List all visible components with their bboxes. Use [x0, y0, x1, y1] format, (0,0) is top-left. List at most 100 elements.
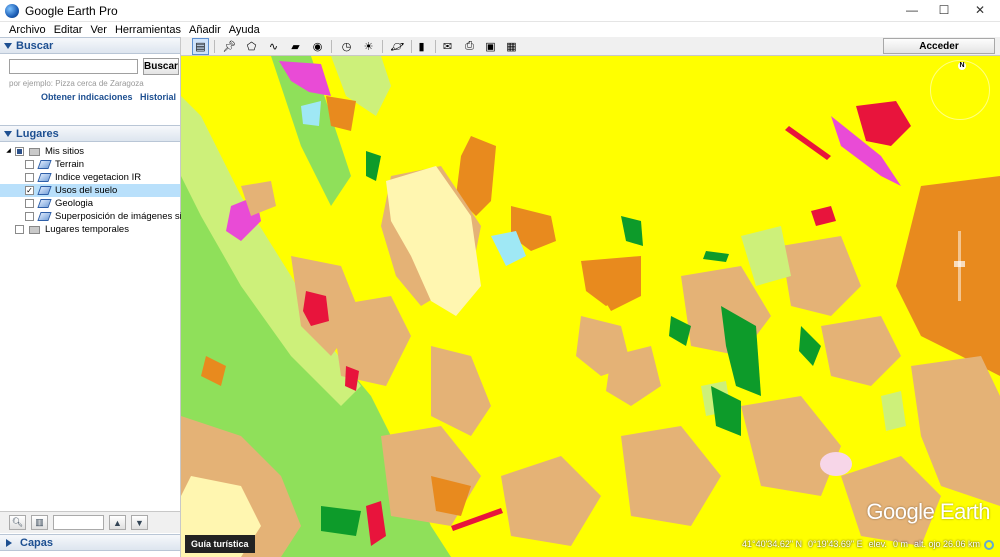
toolbar-separator	[435, 40, 436, 53]
switch-planet-icon[interactable]: 🪐︎	[389, 38, 406, 55]
longitude-readout: 0°19'43.69" E	[808, 539, 863, 549]
title-bar: Google Earth Pro — ☐ ✕	[0, 0, 1000, 22]
window-controls: — ☐ ✕	[896, 0, 1000, 20]
checkbox[interactable]	[25, 199, 34, 208]
layers-panel-header[interactable]: Capas	[0, 534, 180, 551]
zoom-knob[interactable]	[954, 261, 965, 267]
layer-icon	[37, 173, 52, 182]
tree-item-mis-sitios[interactable]: ◢ Mis sitios	[0, 145, 180, 158]
land-use-region	[621, 216, 643, 246]
add-polygon-icon[interactable]: ⬠	[243, 38, 260, 55]
checkbox[interactable]	[25, 212, 34, 221]
land-use-region	[321, 506, 361, 536]
layer-icon	[37, 186, 52, 195]
save-image-icon[interactable]: ▣	[482, 38, 499, 55]
view-in-maps-icon[interactable]: ▦	[503, 38, 520, 55]
google-earth-watermark: Google Earth	[866, 499, 990, 524]
expand-arrow-icon[interactable]: ◢	[5, 148, 12, 155]
sidebar-toggle-icon[interactable]: ▤	[192, 38, 209, 55]
menu-bar: Archivo Editar Ver Herramientas Añadir A…	[0, 22, 1000, 37]
search-panel-title: Buscar	[16, 39, 54, 52]
layer-icon	[37, 199, 52, 208]
places-panel-title: Lugares	[16, 127, 59, 140]
panel-icon: ▥	[35, 517, 44, 527]
toolbar-separator	[214, 40, 215, 53]
tree-item-label: Lugares temporales	[45, 224, 129, 235]
land-use-region	[711, 386, 741, 436]
search-button[interactable]: Buscar	[143, 58, 179, 75]
login-button[interactable]: Acceder	[883, 38, 995, 54]
collapse-triangle-icon	[4, 130, 12, 137]
tree-item-label: Mis sitios	[45, 146, 85, 157]
places-panel: Lugares ◢ Mis sitios Terrain Indice vege…	[0, 125, 190, 540]
tree-item-superposicion[interactable]: Superposición de imágenes si...	[0, 210, 190, 223]
record-tour-icon[interactable]: ◉	[309, 38, 326, 55]
tour-guide-tab[interactable]: Guía turística	[185, 535, 255, 553]
places-tree: ◢ Mis sitios Terrain Indice vegetacion I…	[0, 145, 190, 540]
menu-archivo[interactable]: Archivo	[9, 24, 46, 36]
search-panel-header[interactable]: Buscar	[0, 37, 180, 54]
expand-triangle-icon	[6, 538, 12, 547]
checkbox[interactable]	[15, 225, 24, 234]
maximize-button[interactable]: ☐	[928, 0, 960, 20]
land-use-region	[621, 426, 721, 526]
add-image-overlay-icon[interactable]: ▰	[287, 38, 304, 55]
land-use-region	[821, 316, 901, 386]
search-links: Obtener indicaciones Historial	[0, 92, 180, 102]
toggle-view-button[interactable]: ▥	[31, 515, 48, 530]
ruler-icon[interactable]: ▮	[413, 38, 430, 55]
elevation-readout: 0 m	[892, 539, 908, 549]
tree-item-geologia[interactable]: Geologia	[0, 197, 180, 210]
land-use-region	[820, 452, 852, 476]
layers-panel: Capas	[0, 534, 180, 551]
compass-north-label: N	[958, 62, 966, 70]
menu-ver[interactable]: Ver	[90, 24, 107, 36]
print-icon[interactable]: ⎙	[461, 38, 478, 55]
window-title: Google Earth Pro	[25, 3, 118, 18]
menu-anadir[interactable]: Añadir	[189, 24, 221, 36]
zoom-slider[interactable]	[950, 221, 970, 311]
navigation-compass[interactable]: N	[930, 60, 990, 120]
land-use-region	[703, 251, 729, 262]
places-filter-field[interactable]	[53, 515, 104, 530]
checkbox-checked[interactable]: ✓	[25, 186, 34, 195]
checkbox[interactable]	[25, 160, 34, 169]
move-up-button[interactable]: ▲	[109, 515, 126, 530]
checkbox[interactable]	[15, 147, 24, 156]
historical-imagery-icon[interactable]: ◷	[338, 38, 355, 55]
places-panel-header[interactable]: Lugares	[0, 125, 180, 142]
tree-item-lugares-temporales[interactable]: Lugares temporales	[0, 223, 180, 236]
search-input[interactable]	[9, 59, 138, 74]
tree-item-label: Terrain	[55, 159, 85, 170]
tree-item-label: Indice vegetacion IR	[55, 172, 142, 183]
land-use-region	[501, 456, 601, 546]
close-button[interactable]: ✕	[960, 0, 1000, 20]
add-path-icon[interactable]: ∿	[265, 38, 282, 55]
email-icon[interactable]: ✉︎	[439, 38, 456, 55]
history-link[interactable]: Historial	[140, 92, 176, 102]
get-directions-link[interactable]: Obtener indicaciones	[41, 92, 133, 102]
eye-altitude-readout: alt. ojo 26.06 km	[913, 539, 980, 549]
google-earth-app-icon	[5, 3, 19, 18]
tree-item-label: Geologia	[55, 198, 94, 209]
tree-item-label: Superposición de imágenes si...	[55, 211, 190, 222]
tree-item-indice-vegetacion[interactable]: Indice vegetacion IR	[0, 171, 180, 184]
move-down-button[interactable]: ▼	[131, 515, 148, 530]
tree-item-label: Usos del suelo	[55, 185, 118, 196]
magnifier-icon: 🔍︎	[11, 517, 24, 527]
menu-editar[interactable]: Editar	[54, 24, 83, 36]
checkbox[interactable]	[25, 173, 34, 182]
land-use-region	[431, 346, 491, 436]
menu-herramientas[interactable]: Herramientas	[115, 24, 181, 36]
tree-item-usos-del-suelo[interactable]: ✓ Usos del suelo	[0, 184, 180, 197]
layer-icon	[37, 160, 52, 169]
add-placemark-icon[interactable]: 📌︎	[221, 38, 238, 55]
map-view[interactable]: N Google Earth Guía turística 41°40'34.6…	[181, 56, 1000, 557]
menu-ayuda[interactable]: Ayuda	[229, 24, 260, 36]
sunlight-icon[interactable]: ☀︎	[360, 38, 377, 55]
minimize-button[interactable]: —	[896, 0, 928, 20]
tree-item-terrain[interactable]: Terrain	[0, 158, 180, 171]
folder-icon	[29, 226, 40, 234]
search-places-button[interactable]: 🔍︎	[9, 515, 26, 530]
arrow-down-icon: ▼	[135, 517, 144, 528]
